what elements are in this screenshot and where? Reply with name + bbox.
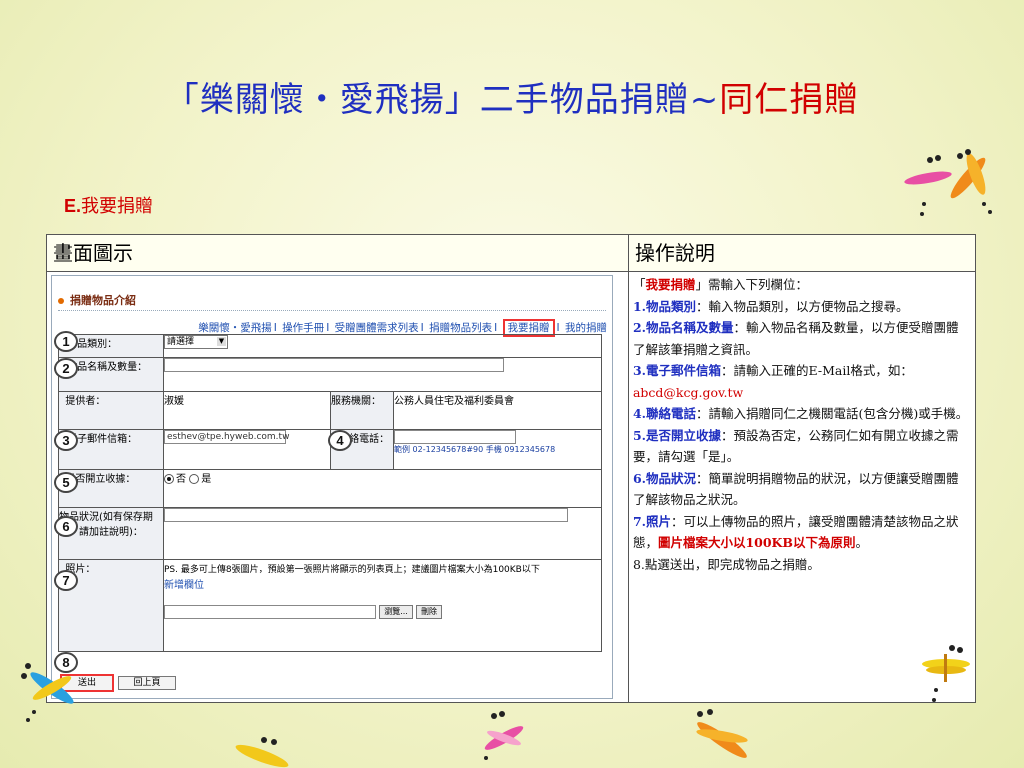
delete-button[interactable]: 刪除 [416,605,443,619]
screen-column-header: 畫面圖示 [46,234,629,272]
org-value: 公務人員住宅及福利委員會 [393,391,602,430]
instruction-intro: 「我要捐贈」需輸入下列欄位： [632,277,808,292]
section-heading: E.我要捐贈 [64,192,153,218]
instruction-item-3: 3.電子郵件信箱：請輸入正確的E-Mail格式，如：abcd@kcg.gov.t… [632,363,913,400]
screen-cell: 捐贈物品介紹 樂關懷・愛飛揚 I 操作手冊 I 受贈團體需求列表 I 捐贈物品列表 I … [46,271,629,703]
instruction-item-1: 1.物品類別：輸入物品類別，以方便物品之搜尋。 [632,298,909,314]
phone-hint: 範例 02-12345678#90 手機 0912345678 [394,445,556,454]
step-badge-4: 4 [328,430,352,451]
embedded-screenshot: 捐贈物品介紹 樂關懷・愛飛揚 I 操作手冊 I 受贈團體需求列表 I 捐贈物品列表 I … [51,275,613,699]
top-nav: 樂關懷・愛飛揚 I 操作手冊 I 受贈團體需求列表 I 捐贈物品列表 I 我要捐贈 I 我… [197,319,608,337]
title-divider [58,310,606,311]
dragonfly-icon [696,709,748,758]
dragonfly-icon [484,711,524,760]
donation-form: * 物品類別： 請選擇▼ * 物品名稱及數量： 提供者： 淑媛 服務機關： 公務… [58,334,602,652]
donation-page-title: 捐贈物品介紹 [58,292,136,308]
step-badge-1: 1 [54,331,78,352]
step-badge-8: 8 [54,652,78,673]
nav-link-donations[interactable]: 捐贈物品列表 [429,322,492,334]
instruction-column-header: 操作說明 [627,234,977,272]
nav-link-manual[interactable]: 操作手冊 [282,322,324,334]
provider-value: 淑媛 [163,391,331,430]
back-button[interactable]: 回上頁 [118,676,176,690]
instruction-item-4: 4.聯絡電話：請輸入捐贈同仁之機關電話(包含分機)或手機。 [632,406,969,421]
dragonfly-icon [922,645,970,702]
step-badge-5: 5 [54,472,78,493]
receipt-yes-label: 是 [201,474,212,485]
item-name-input[interactable] [164,358,504,372]
email-input[interactable]: esthev@tpe.hyweb.com.tw [164,430,289,444]
slide-title: 「樂關懷・愛飛揚」二手物品捐贈~同仁捐贈 [0,72,1024,121]
step-badge-3: 3 [54,430,78,451]
receipt-no-label: 否 [176,474,186,485]
nav-link-my-donations[interactable]: 我的捐贈 [565,322,607,334]
section-letter: E. [64,196,82,216]
instruction-item-2: 2.物品名稱及數量：輸入物品名稱及數量，以方便受贈團體了解該筆捐贈之資訊。 [632,320,959,357]
instruction-cell: 「我要捐贈」需輸入下列欄位： 1.物品類別：輸入物品類別，以方便物品之搜尋。 2… [627,271,977,703]
photo-file-input[interactable] [164,605,376,619]
step-badge-7: 7 [54,570,78,591]
slide-title-accent: 同仁捐贈 [719,80,860,120]
dragonfly-icon [904,149,992,216]
photo-note: PS. 最多可上傳8張圖片，預設第一張照片將顯示的列表頁上；建議圖片檔案大小為1… [164,565,540,575]
add-field-link[interactable]: 新增欄位 [164,576,601,591]
chevron-down-icon: ▼ [217,337,226,346]
instruction-item-7: 7.照片：可以上傳物品的照片，讓受贈團體清楚該物品之狀態，圖片檔案大小以100K… [632,513,959,551]
receipt-no-radio[interactable] [164,474,174,484]
browse-button[interactable]: 瀏覽... [379,605,413,619]
instruction-item-8: 8.點選送出，即完成物品之捐贈。 [632,556,820,572]
nav-link-home[interactable]: 樂關懷・愛飛揚 [198,322,272,334]
receipt-yes-radio[interactable] [189,474,200,484]
phone-input[interactable] [394,430,516,444]
section-label: 我要捐贈 [81,196,154,216]
step-badge-2: 2 [54,358,78,379]
instruction-item-6: 6.物品狀況：簡單說明捐贈物品的狀況，以方便讓受贈團體了解該物品之狀況。 [632,470,959,508]
dragonfly-icon [21,663,74,722]
org-label: 服務機關： [330,391,394,430]
step-badge-6: 6 [54,516,78,537]
provider-label: 提供者： [58,391,164,430]
instruction-table: 畫面圖示 操作說明 捐贈物品介紹 樂關懷・愛飛揚 I 操作手冊 I 受贈團體需求列表… [46,234,977,703]
condition-input[interactable] [164,508,568,522]
bullet-icon [58,298,64,304]
slide-title-main: 「樂關懷・愛飛揚」二手物品捐贈~ [164,80,720,120]
nav-link-needs[interactable]: 受贈團體需求列表 [335,322,419,334]
category-select[interactable]: 請選擇 ▼ [164,335,228,349]
dragonfly-icon [235,737,289,768]
instruction-item-5: 5.是否開立收據：預設為否定，公務同仁如有開立收據之需要，請勾選「是」。 [632,427,959,465]
